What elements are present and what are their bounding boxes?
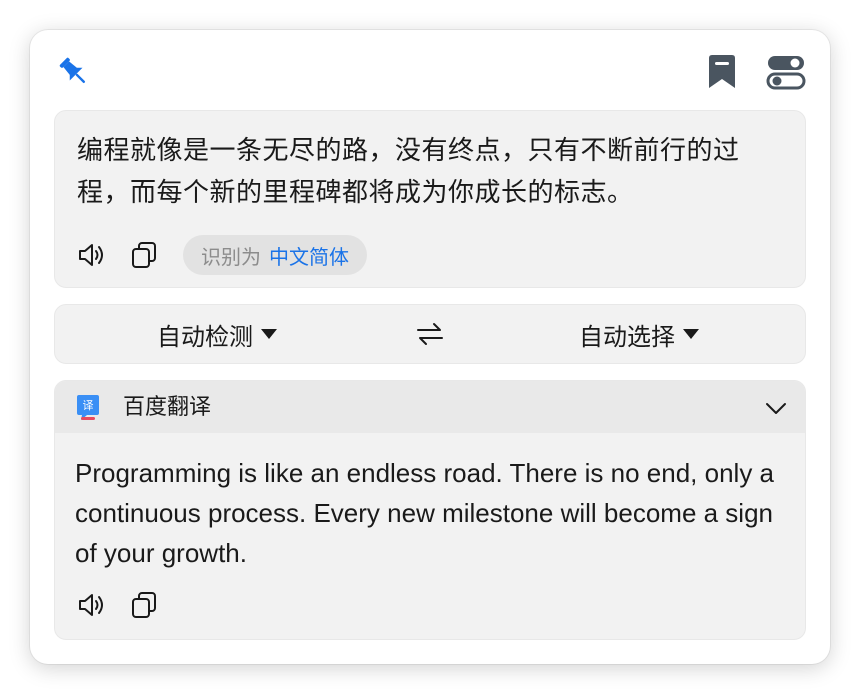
speaker-icon[interactable] [77,589,109,621]
source-language-dropdown[interactable]: 自动检测 [157,305,277,363]
source-language-label: 自动检测 [157,323,253,351]
source-text[interactable]: 编程就像是一条无尽的路，没有终点，只有不断前行的过程，而每个新的里程碑都将成为你… [77,129,777,213]
baidu-translate-logo-icon: 译 [73,393,103,423]
caret-down-icon [261,329,277,339]
speaker-icon[interactable] [77,239,109,271]
caret-down-icon [683,329,699,339]
swap-icon[interactable] [415,319,445,349]
detected-language-badge: 识别为 中文简体 [183,235,367,275]
svg-text:译: 译 [83,399,94,412]
pin-icon[interactable] [56,54,92,90]
source-text-card[interactable]: 编程就像是一条无尽的路，没有终点，只有不断前行的过程，而每个新的里程碑都将成为你… [54,110,806,288]
top-toolbar [30,30,830,110]
translator-window: 编程就像是一条无尽的路，没有终点，只有不断前行的过程，而每个新的里程碑都将成为你… [30,30,830,664]
translation-text[interactable]: Programming is like an endless road. The… [75,453,795,573]
detected-language: 中文简体 [269,246,349,269]
toggle-settings-icon[interactable] [766,54,806,90]
copy-icon[interactable] [129,589,161,621]
copy-icon[interactable] [129,239,161,271]
target-language-dropdown[interactable]: 自动选择 [579,305,699,363]
chevron-down-icon[interactable] [763,395,789,421]
target-language-label: 自动选择 [579,323,675,351]
language-selector-bar: 自动检测 自动选择 [54,304,806,364]
detected-prefix: 识别为 [201,246,261,269]
bookmark-icon[interactable] [706,54,738,90]
service-name: 百度翻译 [123,394,212,419]
translation-result-card: 译 百度翻译 Programming is like an endless ro… [54,380,806,640]
result-header[interactable]: 译 百度翻译 [55,381,805,433]
